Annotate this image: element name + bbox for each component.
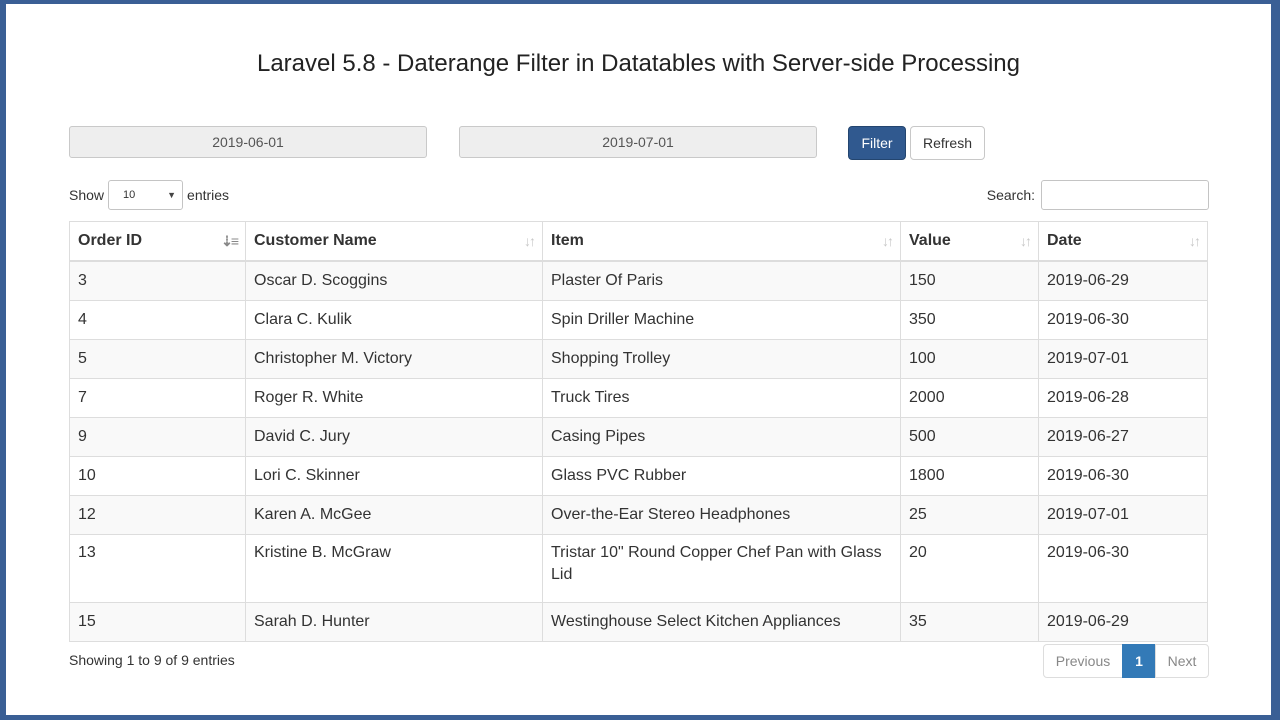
entries-select[interactable]: 10 ▼ xyxy=(108,180,184,210)
cell-item: Spin Driller Machine xyxy=(542,300,901,340)
page-frame: Laravel 5.8 - Daterange Filter in Datata… xyxy=(6,4,1271,715)
refresh-button[interactable]: Refresh xyxy=(910,126,985,160)
cell-order-id: 13 xyxy=(69,534,246,603)
cell-order-id: 3 xyxy=(69,260,246,301)
table-header-row: Order ID ⇣≡ Customer Name ↓↑ Item ↓↑ Value ↓… xyxy=(69,221,1208,262)
cell-customer-name: David C. Jury xyxy=(245,417,543,457)
cell-item: Westinghouse Select Kitchen Appliances xyxy=(542,602,901,642)
cell-date: 2019-06-29 xyxy=(1038,260,1208,301)
table-row: 7 Roger R. White Truck Tires 2000 2019-0… xyxy=(69,378,1208,418)
entries-label: entries xyxy=(187,187,230,203)
cell-item: Plaster Of Paris xyxy=(542,260,901,301)
chevron-down-icon: ▼ xyxy=(167,190,177,200)
cell-value: 500 xyxy=(900,417,1039,457)
table-row: 5 Christopher M. Victory Shopping Trolle… xyxy=(69,339,1208,379)
cell-order-id: 12 xyxy=(69,495,246,535)
cell-order-id: 7 xyxy=(69,378,246,418)
sort-icon: ↓↑ xyxy=(524,233,536,249)
filter-button[interactable]: Filter xyxy=(848,126,906,160)
cell-value: 20 xyxy=(900,534,1039,603)
cell-date: 2019-06-27 xyxy=(1038,417,1208,457)
cell-date: 2019-06-30 xyxy=(1038,534,1208,603)
table-row: 10 Lori C. Skinner Glass PVC Rubber 1800… xyxy=(69,456,1208,496)
cell-customer-name: Roger R. White xyxy=(245,378,543,418)
cell-value: 35 xyxy=(900,602,1039,642)
cell-date: 2019-06-30 xyxy=(1038,300,1208,340)
cell-date: 2019-06-30 xyxy=(1038,456,1208,496)
table-row: 12 Karen A. McGee Over-the-Ear Stereo He… xyxy=(69,495,1208,535)
cell-item: Shopping Trolley xyxy=(542,339,901,379)
table-row: 15 Sarah D. Hunter Westinghouse Select K… xyxy=(69,602,1208,642)
table-row: 4 Clara C. Kulik Spin Driller Machine 35… xyxy=(69,300,1208,340)
previous-page-button[interactable]: Previous xyxy=(1043,644,1123,678)
cell-value: 1800 xyxy=(900,456,1039,496)
cell-customer-name: Christopher M. Victory xyxy=(245,339,543,379)
table-row: 3 Oscar D. Scoggins Plaster Of Paris 150… xyxy=(69,260,1208,301)
table-row: 13 Kristine B. McGraw Tristar 10" Round … xyxy=(69,534,1208,603)
cell-value: 150 xyxy=(900,260,1039,301)
orders-table: Order ID ⇣≡ Customer Name ↓↑ Item ↓↑ Value ↓… xyxy=(69,221,1208,642)
column-header-customer-name[interactable]: Customer Name ↓↑ xyxy=(245,221,543,262)
column-header-date[interactable]: Date ↓↑ xyxy=(1038,221,1208,262)
cell-item: Casing Pipes xyxy=(542,417,901,457)
cell-order-id: 10 xyxy=(69,456,246,496)
column-header-value[interactable]: Value ↓↑ xyxy=(900,221,1039,262)
show-label: Show xyxy=(69,187,105,203)
column-header-item[interactable]: Item ↓↑ xyxy=(542,221,901,262)
entries-select-value: 10 xyxy=(123,189,136,201)
page-1-button[interactable]: 1 xyxy=(1122,644,1156,678)
search-label: Search: xyxy=(986,187,1035,203)
cell-order-id: 15 xyxy=(69,602,246,642)
sort-icon: ↓↑ xyxy=(1189,233,1201,249)
sort-asc-icon: ⇣≡ xyxy=(221,233,239,249)
cell-customer-name: Clara C. Kulik xyxy=(245,300,543,340)
column-header-order-id[interactable]: Order ID ⇣≡ xyxy=(69,221,246,262)
cell-item: Tristar 10" Round Copper Chef Pan with G… xyxy=(542,534,901,603)
page-title: Laravel 5.8 - Daterange Filter in Datata… xyxy=(256,50,1021,77)
cell-value: 2000 xyxy=(900,378,1039,418)
length-control: Show 10 ▼ entries xyxy=(69,180,229,210)
cell-item: Truck Tires xyxy=(542,378,901,418)
cell-date: 2019-07-01 xyxy=(1038,339,1208,379)
from-date-input[interactable] xyxy=(69,126,427,158)
cell-date: 2019-07-01 xyxy=(1038,495,1208,535)
cell-order-id: 5 xyxy=(69,339,246,379)
cell-customer-name: Kristine B. McGraw xyxy=(245,534,543,603)
cell-item: Over-the-Ear Stereo Headphones xyxy=(542,495,901,535)
cell-value: 350 xyxy=(900,300,1039,340)
cell-order-id: 9 xyxy=(69,417,246,457)
pagination: Previous 1 Next xyxy=(1043,644,1209,678)
cell-customer-name: Oscar D. Scoggins xyxy=(245,260,543,301)
cell-order-id: 4 xyxy=(69,300,246,340)
search-control: Search: xyxy=(987,180,1209,210)
table-row: 9 David C. Jury Casing Pipes 500 2019-06… xyxy=(69,417,1208,457)
cell-customer-name: Sarah D. Hunter xyxy=(245,602,543,642)
cell-item: Glass PVC Rubber xyxy=(542,456,901,496)
sort-icon: ↓↑ xyxy=(1020,233,1032,249)
table-info: Showing 1 to 9 of 9 entries xyxy=(69,652,235,668)
cell-customer-name: Lori C. Skinner xyxy=(245,456,543,496)
next-page-button[interactable]: Next xyxy=(1155,644,1209,678)
sort-icon: ↓↑ xyxy=(882,233,894,249)
search-input[interactable] xyxy=(1041,180,1209,210)
cell-date: 2019-06-28 xyxy=(1038,378,1208,418)
cell-date: 2019-06-29 xyxy=(1038,602,1208,642)
to-date-input[interactable] xyxy=(459,126,817,158)
cell-customer-name: Karen A. McGee xyxy=(245,495,543,535)
cell-value: 100 xyxy=(900,339,1039,379)
cell-value: 25 xyxy=(900,495,1039,535)
